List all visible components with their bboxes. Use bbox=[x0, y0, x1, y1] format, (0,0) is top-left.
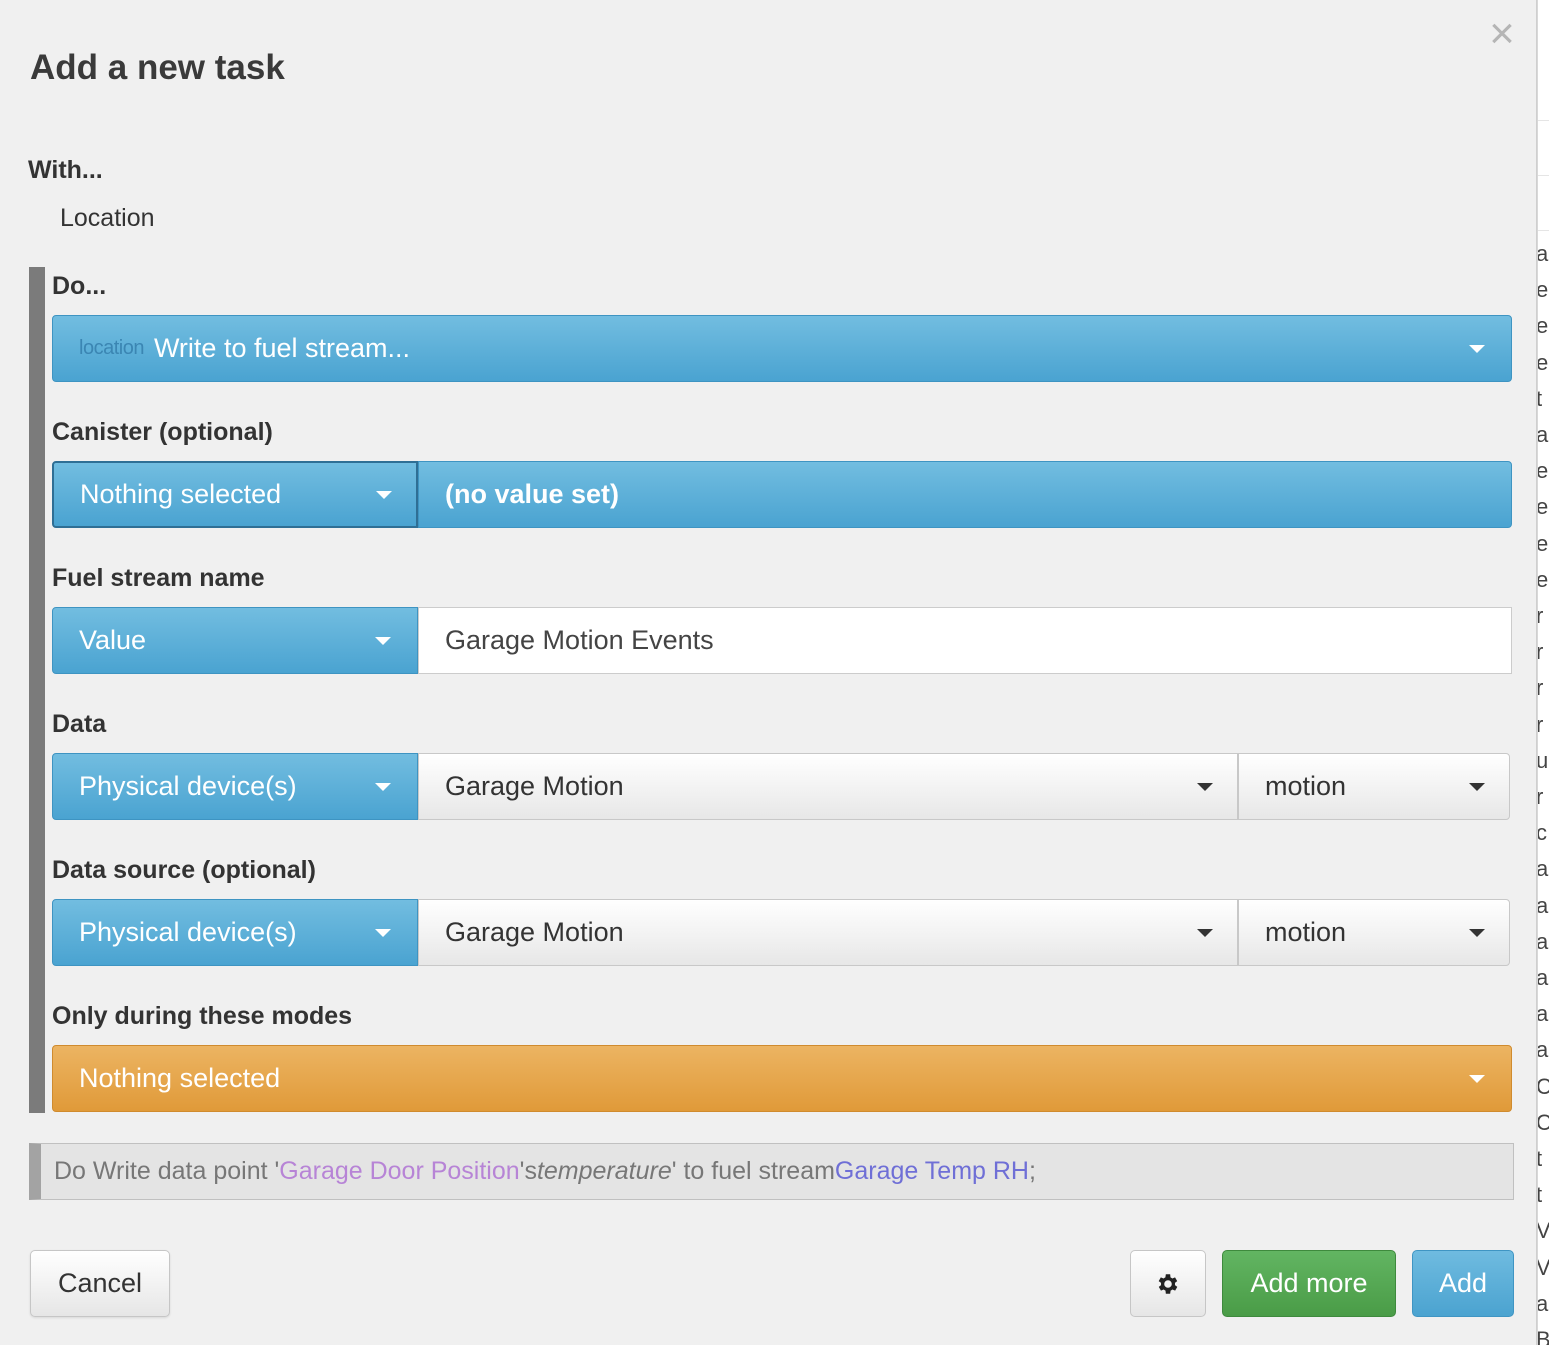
modes-selected-label: Nothing selected bbox=[79, 1063, 281, 1093]
fuel-stream-type-label: Value bbox=[79, 625, 147, 655]
summary-device: Garage Door Position bbox=[279, 1157, 520, 1185]
add-button[interactable]: Add bbox=[1412, 1250, 1514, 1317]
background-text: r bbox=[1538, 641, 1543, 663]
with-label: With... bbox=[28, 156, 103, 184]
background-text: e bbox=[1537, 566, 1549, 592]
background-text: r bbox=[1538, 713, 1543, 736]
canister-label: Canister (optional) bbox=[52, 418, 273, 446]
chevron-down-icon bbox=[1197, 783, 1213, 791]
background-text: e bbox=[1537, 494, 1549, 520]
fuel-stream-type-select[interactable]: Value bbox=[52, 607, 418, 674]
canister-value-button[interactable]: (no value set) bbox=[418, 461, 1512, 528]
background-text: V bbox=[1538, 1256, 1549, 1279]
data-source-type-select[interactable]: Physical device(s) bbox=[52, 899, 418, 966]
background-text: e bbox=[1537, 313, 1549, 339]
summary-stream: Garage Temp RH bbox=[834, 1157, 1029, 1185]
background-text: r bbox=[1538, 786, 1543, 808]
background-divider bbox=[1538, 175, 1549, 176]
data-source-label: Data source (optional) bbox=[52, 856, 316, 884]
background-page: aeeetaeeeerrrrurcaaaaaaCCttVVaBB bbox=[1537, 0, 1549, 1345]
summary-text-4: ; bbox=[1029, 1157, 1036, 1185]
background-text: a bbox=[1537, 1037, 1549, 1063]
chevron-down-icon bbox=[375, 637, 391, 645]
background-text: a bbox=[1537, 422, 1549, 447]
action-select[interactable]: location Write to fuel stream... bbox=[52, 315, 1512, 382]
chevron-down-icon bbox=[376, 491, 392, 499]
background-text: C bbox=[1538, 1075, 1549, 1098]
data-source-device-select[interactable]: Garage Motion bbox=[418, 899, 1238, 966]
add-more-button[interactable]: Add more bbox=[1222, 1250, 1396, 1317]
background-text: e bbox=[1537, 277, 1549, 303]
canister-value: (no value set) bbox=[445, 479, 620, 509]
background-text: B bbox=[1538, 1329, 1549, 1345]
summary-text-1: Do Write data point ' bbox=[54, 1157, 280, 1185]
background-text: t bbox=[1538, 1184, 1542, 1206]
background-divider bbox=[1538, 230, 1549, 231]
background-text: a bbox=[1537, 928, 1549, 954]
background-text: a bbox=[1537, 856, 1549, 882]
cancel-button[interactable]: Cancel bbox=[30, 1250, 170, 1317]
background-text: c bbox=[1537, 820, 1547, 846]
data-type-select[interactable]: Physical device(s) bbox=[52, 753, 418, 820]
settings-button[interactable] bbox=[1130, 1250, 1206, 1317]
background-text: V bbox=[1538, 1220, 1549, 1242]
summary-text-3: ' to fuel stream bbox=[671, 1157, 835, 1185]
data-source-attribute-label: motion bbox=[1265, 917, 1347, 947]
background-text: t bbox=[1538, 387, 1542, 410]
background-text: C bbox=[1538, 1111, 1549, 1134]
data-label: Data bbox=[52, 710, 107, 738]
background-text: a bbox=[1537, 892, 1549, 918]
chevron-down-icon bbox=[375, 783, 391, 791]
canister-type-select[interactable]: Nothing selected bbox=[52, 461, 418, 528]
background-text: e bbox=[1537, 530, 1549, 556]
fuel-stream-name-label: Fuel stream name bbox=[52, 564, 265, 592]
chevron-down-icon bbox=[375, 929, 391, 937]
modal-title: Add a new task bbox=[30, 48, 285, 87]
background-text: r bbox=[1538, 677, 1543, 699]
chevron-down-icon bbox=[1469, 345, 1485, 353]
fuel-stream-name-value: Garage Motion Events bbox=[445, 625, 714, 655]
chevron-down-icon bbox=[1469, 929, 1485, 937]
chevron-down-icon bbox=[1469, 783, 1485, 791]
task-section-bar bbox=[29, 267, 45, 1113]
data-source-attribute-select[interactable]: motion bbox=[1238, 899, 1510, 966]
background-text: u bbox=[1537, 747, 1549, 773]
with-value: Location bbox=[60, 204, 155, 232]
close-icon[interactable]: × bbox=[1486, 12, 1518, 56]
do-label: Do... bbox=[52, 272, 107, 300]
add-task-modal: × Add a new task With... Location Do... … bbox=[2, 0, 1537, 1345]
background-text: e bbox=[1537, 349, 1549, 375]
data-device-label: Garage Motion bbox=[445, 771, 624, 801]
data-source-device-label: Garage Motion bbox=[445, 917, 624, 947]
modes-label: Only during these modes bbox=[52, 1002, 353, 1030]
action-label: Write to fuel stream... bbox=[153, 333, 411, 363]
summary-text-2: 's bbox=[519, 1157, 537, 1185]
modes-select[interactable]: Nothing selected bbox=[52, 1045, 1512, 1112]
summary-attribute: temperature bbox=[536, 1157, 672, 1185]
gear-icon bbox=[1158, 1273, 1178, 1294]
data-device-select[interactable]: Garage Motion bbox=[418, 753, 1238, 820]
action-prefix: location bbox=[79, 337, 144, 359]
background-text: a bbox=[1537, 241, 1549, 266]
chevron-down-icon bbox=[1469, 1075, 1485, 1083]
data-type-label: Physical device(s) bbox=[79, 771, 297, 801]
task-summary: Do Write data point ' Garage Door Positio… bbox=[29, 1143, 1514, 1200]
background-text: a bbox=[1537, 1001, 1549, 1027]
background-text: t bbox=[1538, 1148, 1542, 1170]
data-source-type-label: Physical device(s) bbox=[79, 917, 297, 947]
background-divider bbox=[1538, 120, 1549, 121]
background-text: a bbox=[1537, 1290, 1549, 1316]
data-attribute-label: motion bbox=[1265, 771, 1347, 801]
data-attribute-select[interactable]: motion bbox=[1238, 753, 1510, 820]
fuel-stream-name-input[interactable]: Garage Motion Events bbox=[418, 607, 1512, 674]
background-text: r bbox=[1538, 605, 1543, 627]
canister-type-label: Nothing selected bbox=[80, 479, 282, 509]
background-text: e bbox=[1537, 458, 1549, 484]
chevron-down-icon bbox=[1197, 929, 1213, 937]
background-text: a bbox=[1537, 965, 1549, 990]
